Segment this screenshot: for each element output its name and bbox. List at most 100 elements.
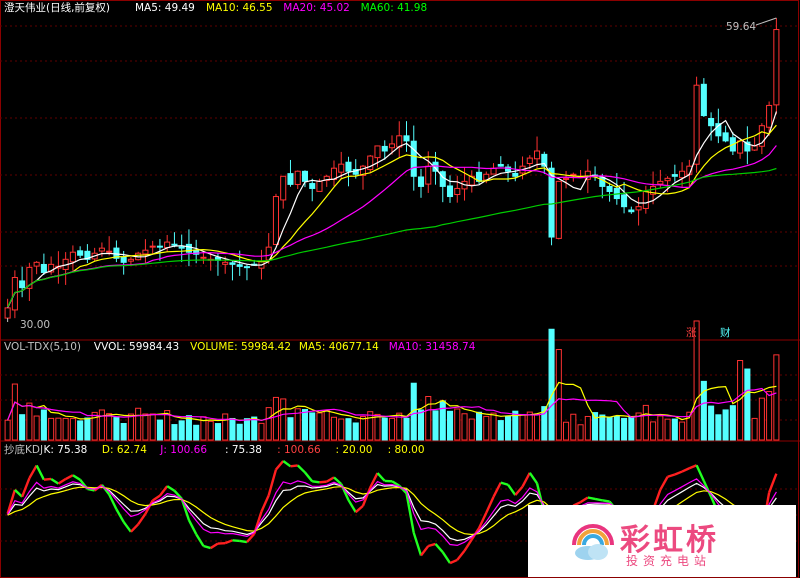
kdj-j-segment <box>319 480 327 484</box>
volume-bar <box>374 413 381 441</box>
candle-body <box>156 245 163 248</box>
volume-bar <box>222 413 229 441</box>
volume-bar <box>229 417 236 441</box>
candle-body <box>490 167 497 175</box>
kdj-j-segment <box>485 496 495 514</box>
candle-body <box>497 163 504 167</box>
ma60-line <box>7 167 777 308</box>
volume-label-2: VOLUME: 59984.42 <box>190 341 291 353</box>
volume-bar <box>185 415 192 441</box>
volume-bar <box>352 422 359 441</box>
volume-bar <box>91 411 98 441</box>
candle-body <box>555 180 562 239</box>
candle-body <box>671 174 678 177</box>
candle-body <box>584 170 591 180</box>
kdj-j-segment <box>28 464 38 479</box>
kdj-j-segment <box>441 551 452 564</box>
volume-bar <box>338 418 345 441</box>
volume-label-3: MA5: 40677.14 <box>299 341 379 353</box>
volume-bar <box>11 383 18 441</box>
kdj-label-1: K: 75.38 <box>44 444 88 456</box>
kdj-j-segment <box>659 476 669 491</box>
price-candles <box>4 18 780 319</box>
candle-body <box>316 180 323 192</box>
volume-label-1: VVOL: 59984.43 <box>94 341 179 353</box>
kdj-j-segment <box>579 496 589 504</box>
candle-body <box>171 243 178 246</box>
candle-body <box>178 246 185 249</box>
kdj-j-segment <box>528 472 539 484</box>
kdj-j-segment <box>347 499 357 513</box>
kdj-j-segment <box>304 471 314 483</box>
kdj-j-segment <box>507 484 517 496</box>
kdj-j-segment <box>282 460 292 468</box>
low-price-marker: 30.00 <box>20 319 50 331</box>
volume-bar <box>142 413 149 441</box>
candle-body <box>512 172 519 177</box>
kdj-j-segment <box>275 460 285 471</box>
volume-bar <box>664 418 671 441</box>
kdj-j-segment <box>587 496 596 501</box>
event-tag-finance: 财 <box>720 326 731 339</box>
volume-bar <box>345 418 352 441</box>
volume-bar <box>265 407 272 441</box>
kdj-j-segment <box>412 532 423 556</box>
kdj-j-segment <box>203 544 212 550</box>
volume-bar <box>4 419 11 441</box>
volume-bar <box>280 398 287 441</box>
volume-bar <box>251 416 258 441</box>
volume-bar <box>258 422 265 441</box>
kdj-j-segment <box>376 472 386 482</box>
kdj-label-5: : 100.66 <box>277 444 321 456</box>
volume-bar <box>490 412 497 441</box>
candle-body <box>4 307 11 319</box>
candle-body <box>280 175 287 201</box>
volume-bar <box>454 408 461 441</box>
kdj-j-segment <box>187 519 198 535</box>
volume-bar <box>504 415 512 441</box>
kdj-j-segment <box>50 477 60 485</box>
kdj-j-segment <box>667 473 676 478</box>
candle-body <box>301 170 309 182</box>
kdj-j-segment <box>681 467 690 473</box>
kdj-label-2: D: 62.74 <box>102 444 147 456</box>
watermark: 彩虹桥 投资充电站 <box>528 505 796 577</box>
candle-body <box>164 241 171 249</box>
kdj-j-segment <box>166 485 176 492</box>
volume-bar <box>758 397 765 441</box>
stock-chart[interactable]: 澄天伟业(日线,前复权) MA5: 49.49 MA10: 46.55 MA20: 4… <box>0 0 800 578</box>
candle-body <box>338 163 345 173</box>
volume-bar <box>77 420 84 441</box>
candle-body <box>243 266 250 269</box>
candle-body <box>19 280 26 289</box>
volume-bar <box>243 418 250 441</box>
volume-bar <box>468 418 475 441</box>
stock-title: 澄天伟业(日线,前复权) <box>4 1 110 14</box>
volume-bar <box>483 415 490 441</box>
volume-bar <box>403 417 410 441</box>
candle-body <box>664 177 671 182</box>
volume-bar <box>381 417 388 441</box>
volume-bar <box>301 409 309 441</box>
ma20-line <box>7 145 777 309</box>
kdj-j-segment <box>290 464 298 468</box>
candle-body <box>446 185 454 198</box>
candle-body <box>548 167 555 238</box>
kdj-j-segment <box>195 533 205 547</box>
volume-bar <box>135 407 142 441</box>
volume-bar <box>62 417 69 441</box>
kdj-j-segment <box>239 539 248 544</box>
volume-bar <box>214 423 221 441</box>
candle-body <box>149 245 156 248</box>
candle-body <box>374 145 381 159</box>
kdj-j-segment <box>43 477 52 481</box>
kdj-j-segment <box>267 469 278 496</box>
volume-bar <box>563 421 570 441</box>
candle-body <box>454 187 461 196</box>
volume-bar <box>388 417 396 441</box>
kdj-j-segment <box>427 542 436 548</box>
volume-bar <box>555 349 562 441</box>
candle-body <box>120 256 127 263</box>
volume-bar <box>309 412 316 441</box>
candle-body <box>40 263 47 273</box>
